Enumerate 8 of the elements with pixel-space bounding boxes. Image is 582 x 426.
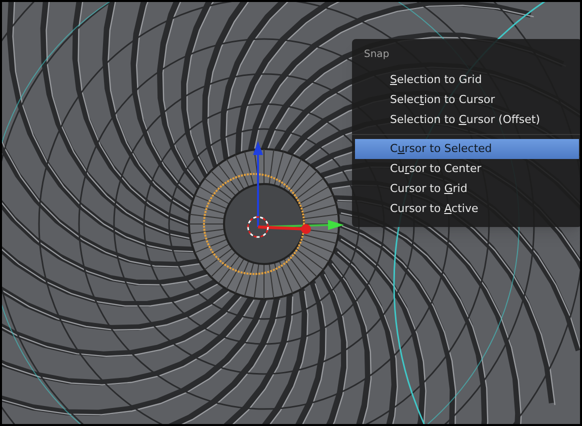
menu-item[interactable]: Selection to Cursor (Offset): [355, 110, 579, 130]
menu-item[interactable]: Cursor to Active: [355, 199, 579, 219]
menu-item[interactable]: Cursor to Grid: [355, 179, 579, 199]
menu-item[interactable]: Selection to Cursor: [355, 90, 579, 110]
menu-item[interactable]: Cursor to Selected: [355, 139, 579, 159]
menu-title: Snap: [363, 48, 390, 62]
menu-item[interactable]: Cursor to Center: [355, 159, 579, 179]
menu-item[interactable]: Selection to Grid: [355, 70, 579, 90]
